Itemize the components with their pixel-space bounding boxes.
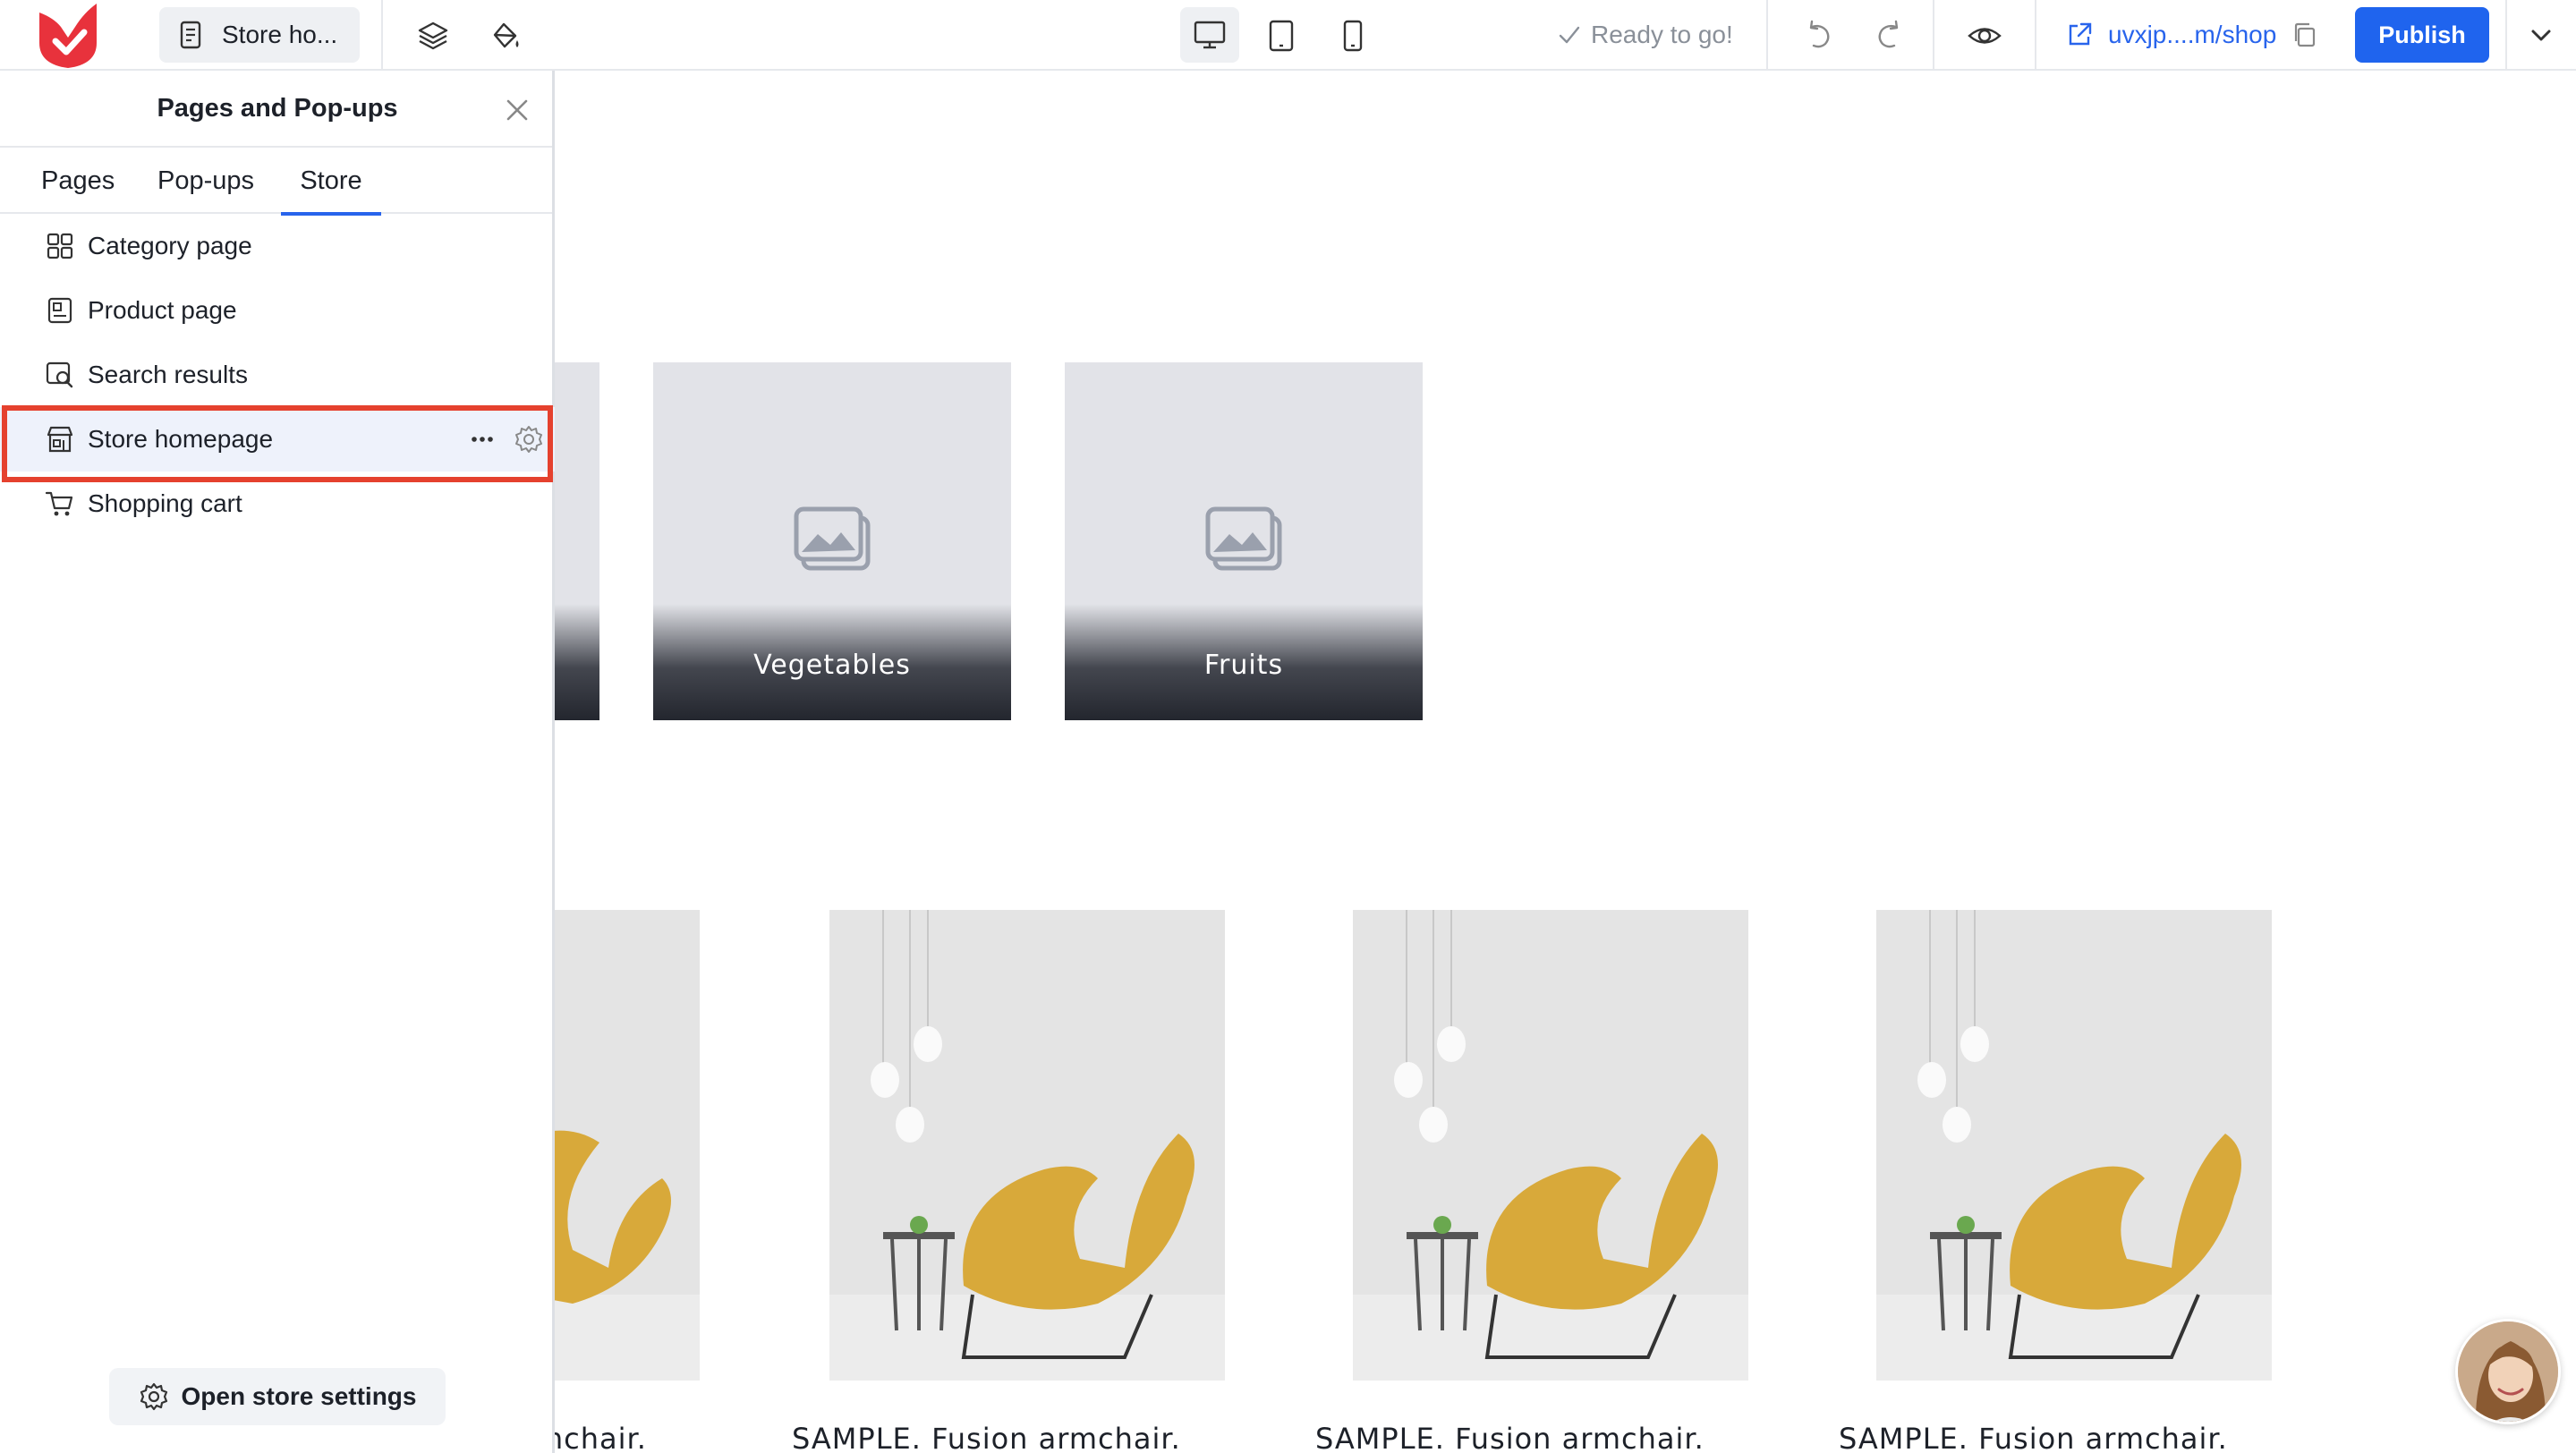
panel-title: Pages and Pop-ups — [157, 94, 398, 123]
layers-icon — [418, 21, 448, 50]
armchair-image — [1353, 910, 1748, 1381]
open-store-settings-button[interactable]: Open store settings — [109, 1368, 446, 1425]
product-title[interactable]: SAMPLE. Fusion armchair. — [1839, 1422, 2228, 1453]
desktop-icon — [1194, 21, 1226, 49]
grid-icon — [47, 233, 73, 259]
category-label: Vegetables — [753, 650, 911, 681]
support-chat-avatar[interactable] — [2455, 1319, 2561, 1424]
layers-button[interactable] — [408, 11, 458, 61]
store-settings-label: Open store settings — [181, 1382, 417, 1410]
current-page-label: Store ho... — [222, 21, 338, 48]
preview-button[interactable] — [1960, 11, 2010, 61]
gear-icon — [140, 1382, 167, 1411]
copy-icon[interactable] — [2291, 21, 2319, 49]
page-document-icon — [180, 21, 201, 49]
armchair-image — [829, 910, 1225, 1381]
pages-panel: Pages and Pop-ups Pages Pop-ups Store Ca… — [0, 71, 555, 1453]
mobile-icon — [1343, 20, 1363, 52]
product-title[interactable]: SAMPLE. Fusion armchair. — [1315, 1422, 1705, 1453]
cart-icon — [45, 491, 73, 516]
toolbar-divider — [1766, 0, 1768, 70]
tablet-view-button[interactable] — [1256, 11, 1306, 61]
publish-button[interactable]: Publish — [2355, 7, 2489, 63]
undo-button[interactable] — [1793, 11, 1843, 61]
chevron-down-icon — [2531, 30, 2551, 41]
paint-bucket-icon — [493, 22, 519, 48]
top-toolbar: Store ho... Ready to go! uvxjp....m/shop… — [0, 0, 2576, 71]
list-item-shopping-cart[interactable]: Shopping cart — [0, 472, 555, 536]
list-item-label: Shopping cart — [88, 489, 242, 517]
current-page-selector[interactable]: Store ho... — [159, 7, 360, 63]
panel-tabs: Pages Pop-ups Store — [0, 148, 552, 216]
list-item-label: Store homepage — [88, 425, 274, 453]
undo-icon — [1809, 20, 1830, 48]
toolbar-divider — [2035, 0, 2036, 70]
site-url-text[interactable]: uvxjp....m/shop — [2108, 21, 2276, 49]
checkmark-icon — [1559, 26, 1580, 44]
close-icon[interactable] — [499, 92, 535, 128]
list-item-product-page[interactable]: Product page — [0, 278, 555, 343]
tab-store[interactable]: Store — [281, 148, 381, 216]
armchair-image — [1876, 910, 2272, 1381]
more-options-icon[interactable] — [467, 424, 497, 455]
list-item-label: Category page — [88, 232, 252, 259]
store-icon — [47, 426, 73, 453]
toolbar-divider — [381, 0, 383, 70]
external-link-icon — [2069, 22, 2092, 46]
product-image[interactable] — [829, 910, 1225, 1381]
tab-pages[interactable]: Pages — [41, 148, 115, 214]
product-page-icon — [47, 297, 72, 324]
redo-button[interactable] — [1865, 11, 1915, 61]
save-status-text: Ready to go! — [1591, 21, 1733, 48]
tab-pop-ups[interactable]: Pop-ups — [154, 148, 258, 214]
publish-options-dropdown[interactable] — [2516, 11, 2566, 61]
gear-icon[interactable] — [514, 424, 544, 455]
category-card-vegetables[interactable]: Vegetables — [653, 362, 1011, 720]
product-image[interactable] — [1876, 910, 2272, 1381]
mobile-view-button[interactable] — [1328, 11, 1378, 61]
category-card-fruits[interactable]: Fruits — [1065, 362, 1423, 720]
desktop-view-button[interactable] — [1180, 7, 1239, 63]
list-item-label: Product page — [88, 296, 237, 324]
tablet-icon — [1269, 20, 1294, 52]
save-status: Ready to go! — [1557, 0, 1733, 70]
category-label: Fruits — [1203, 650, 1284, 681]
brand-logo[interactable] — [32, 0, 104, 70]
redo-icon — [1878, 20, 1899, 48]
search-results-icon — [46, 361, 73, 388]
toolbar-divider — [2505, 0, 2507, 70]
list-item-category-page[interactable]: Category page — [0, 214, 555, 278]
list-item-search-results[interactable]: Search results — [0, 343, 555, 407]
image-placeholder-icon — [1205, 506, 1282, 571]
image-placeholder-icon — [794, 506, 871, 571]
list-item-store-homepage[interactable]: Store homepage — [0, 407, 555, 472]
toolbar-divider — [1933, 0, 1934, 70]
site-url-link[interactable]: uvxjp....m/shop — [2065, 0, 2319, 70]
list-item-actions — [467, 407, 544, 472]
list-item-label: Search results — [88, 361, 248, 388]
eye-icon — [1968, 28, 2002, 44]
panel-header: Pages and Pop-ups — [0, 71, 552, 148]
product-image[interactable] — [1353, 910, 1748, 1381]
product-title[interactable]: SAMPLE. Fusion armchair. — [792, 1422, 1181, 1453]
theme-paint-button[interactable] — [480, 11, 530, 61]
